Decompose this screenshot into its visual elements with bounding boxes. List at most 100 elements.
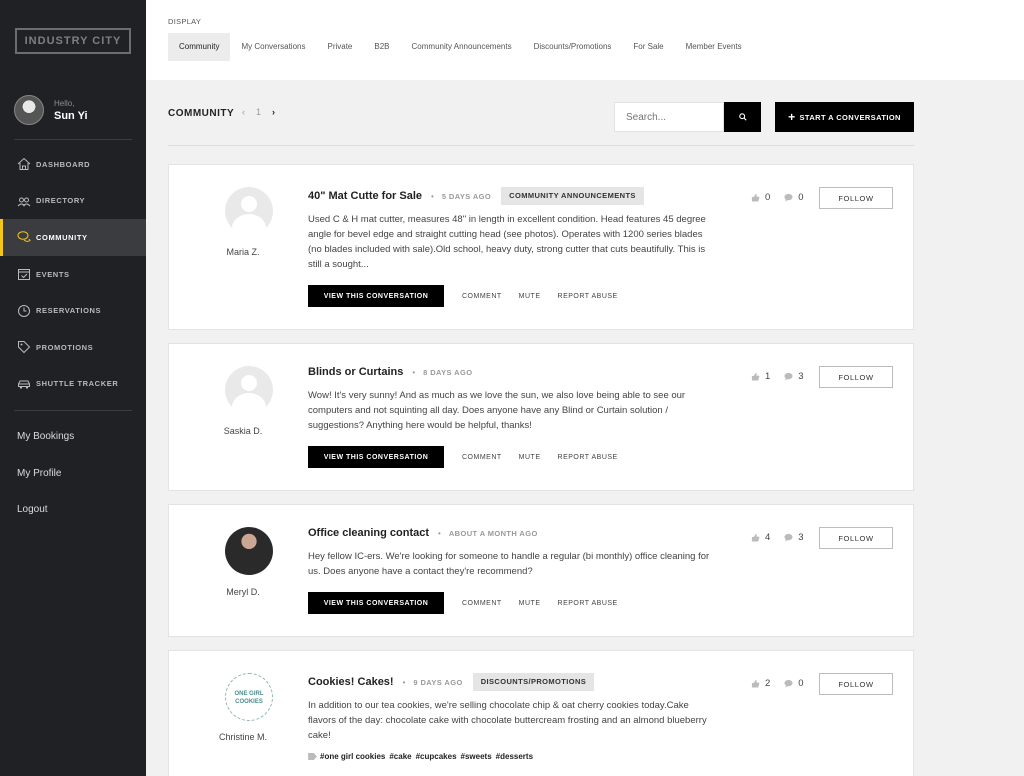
search-input[interactable] — [614, 102, 724, 132]
sidebar-item-label: EVENTS — [36, 269, 70, 279]
follow-button[interactable]: FOLLOW — [819, 366, 893, 388]
tab-b2b[interactable]: B2B — [363, 33, 400, 61]
category-badge[interactable]: DISCOUNTS/PROMOTIONS — [472, 673, 595, 691]
author-avatar[interactable] — [225, 366, 273, 414]
sidebar-item-reservations[interactable]: RESERVATIONS — [0, 292, 146, 329]
user-name: Sun Yi — [54, 109, 88, 122]
sidebar-nav: DASHBOARD DIRECTORY COMMUNITY EVENTS RES… — [0, 146, 146, 402]
post-time: ABOUT A MONTH AGO — [448, 528, 538, 538]
avatar[interactable] — [14, 95, 44, 125]
like-count[interactable]: 1 — [751, 371, 770, 382]
page-title: COMMUNITY — [168, 108, 235, 119]
tab-member-events[interactable]: Member Events — [675, 33, 753, 61]
comment-button[interactable]: COMMENT — [462, 454, 502, 461]
comment-count-value: 0 — [798, 678, 804, 689]
sidebar-item-community[interactable]: COMMUNITY — [0, 219, 146, 256]
search-icon — [738, 113, 747, 121]
tab-for-sale[interactable]: For Sale — [622, 33, 674, 61]
post-card: Meryl D. Office cleaning contact • ABOUT… — [168, 504, 914, 637]
author-name[interactable]: Maria Z. — [189, 247, 297, 257]
my-bookings-link[interactable]: My Bookings — [0, 418, 146, 455]
start-conversation-button[interactable]: + START A CONVERSATION — [775, 102, 914, 132]
thumbs-up-icon — [751, 679, 760, 688]
default-avatar-icon — [225, 187, 273, 235]
tag-link[interactable]: #one girl cookies — [320, 752, 385, 761]
sidebar-item-label: DIRECTORY — [36, 196, 86, 206]
like-count[interactable]: 0 — [751, 192, 770, 203]
follow-button[interactable]: FOLLOW — [819, 527, 893, 549]
mute-button[interactable]: MUTE — [519, 454, 541, 461]
display-filter-bar: DISPLAY Community My Conversations Priva… — [146, 0, 1024, 80]
post-body: Wow! It's very sunny! And as much as we … — [308, 390, 686, 431]
comment-count[interactable]: 0 — [784, 678, 804, 689]
tab-private[interactable]: Private — [316, 33, 363, 61]
author-avatar[interactable] — [225, 187, 273, 235]
tab-community[interactable]: Community — [168, 33, 231, 61]
post-card: Maria Z. 40" Mat Cutte for Sale • 5 DAYS… — [168, 164, 914, 330]
speech-bubble-icon — [784, 533, 793, 542]
industry-city-logo[interactable]: INDUSTRY CITY — [15, 28, 131, 54]
tag-link[interactable]: #desserts — [496, 752, 533, 761]
next-page-button[interactable]: › — [272, 107, 275, 117]
author-name[interactable]: Meryl D. — [189, 587, 297, 597]
thumbs-up-icon — [751, 193, 760, 202]
view-conversation-button[interactable]: VIEW THIS CONVERSATION — [308, 446, 444, 468]
sidebar-item-label: RESERVATIONS — [36, 306, 102, 316]
comment-button[interactable]: COMMENT — [462, 600, 502, 607]
speech-bubble-icon — [784, 372, 793, 381]
author-name[interactable]: Saskia D. — [189, 426, 297, 436]
author-avatar[interactable] — [225, 527, 273, 575]
post-title[interactable]: Office cleaning contact — [308, 527, 429, 539]
post-title[interactable]: Blinds or Curtains — [308, 366, 403, 378]
mute-button[interactable]: MUTE — [519, 600, 541, 607]
post-title[interactable]: Cookies! Cakes! — [308, 676, 394, 688]
report-abuse-button[interactable]: REPORT ABUSE — [558, 600, 618, 607]
plus-icon: + — [788, 110, 796, 124]
tab-discounts-promotions[interactable]: Discounts/Promotions — [523, 33, 623, 61]
follow-button[interactable]: FOLLOW — [819, 187, 893, 209]
comment-button[interactable]: COMMENT — [462, 293, 502, 300]
user-greeting[interactable]: Hello, Sun Yi — [14, 95, 88, 125]
view-conversation-button[interactable]: VIEW THIS CONVERSATION — [308, 592, 444, 614]
prev-page-button[interactable]: ‹ — [242, 107, 245, 117]
follow-button[interactable]: FOLLOW — [819, 673, 893, 695]
search-button[interactable] — [724, 102, 761, 132]
greeting-text: Hello, — [54, 98, 75, 108]
report-abuse-button[interactable]: REPORT ABUSE — [558, 454, 618, 461]
my-profile-link[interactable]: My Profile — [0, 455, 146, 492]
comment-count[interactable]: 0 — [784, 192, 804, 203]
separator-dot: • — [431, 191, 434, 201]
display-label: DISPLAY — [168, 17, 202, 26]
sidebar-item-directory[interactable]: DIRECTORY — [0, 183, 146, 220]
sidebar-item-events[interactable]: EVENTS — [0, 256, 146, 293]
like-count[interactable]: 4 — [751, 532, 770, 543]
logout-link[interactable]: Logout — [0, 491, 146, 528]
report-abuse-button[interactable]: REPORT ABUSE — [558, 293, 618, 300]
comment-count[interactable]: 3 — [784, 371, 804, 382]
clock-icon — [18, 304, 30, 317]
tab-my-conversations[interactable]: My Conversations — [230, 33, 316, 61]
author-name[interactable]: Christine M. — [189, 732, 297, 742]
speech-bubble-icon — [784, 193, 793, 202]
tag-link[interactable]: #sweets — [461, 752, 492, 761]
author-avatar[interactable]: ONE GIRL COOKIES — [225, 673, 273, 721]
sidebar-item-dashboard[interactable]: DASHBOARD — [0, 146, 146, 183]
category-badge[interactable]: COMMUNITY ANNOUNCEMENTS — [501, 187, 644, 205]
tag-link[interactable]: #cupcakes — [416, 752, 457, 761]
sidebar-item-promotions[interactable]: PROMOTIONS — [0, 329, 146, 366]
post-time: 8 DAYS AGO — [423, 367, 473, 377]
tag-link[interactable]: #cake — [389, 752, 411, 761]
view-conversation-button[interactable]: VIEW THIS CONVERSATION — [308, 285, 444, 307]
sidebar-item-shuttle-tracker[interactable]: SHUTTLE TRACKER — [0, 366, 146, 403]
like-count[interactable]: 2 — [751, 678, 770, 689]
comment-count[interactable]: 3 — [784, 532, 804, 543]
post-title[interactable]: 40" Mat Cutte for Sale — [308, 190, 422, 202]
post-body: In addition to our tea cookies, we're se… — [308, 700, 707, 741]
chat-icon — [17, 231, 31, 243]
people-icon — [17, 197, 31, 207]
mute-button[interactable]: MUTE — [519, 293, 541, 300]
comment-count-value: 0 — [798, 192, 804, 203]
tab-community-announcements[interactable]: Community Announcements — [401, 33, 523, 61]
tag-icon — [308, 753, 317, 760]
sidebar-links: My Bookings My Profile Logout — [0, 418, 146, 528]
